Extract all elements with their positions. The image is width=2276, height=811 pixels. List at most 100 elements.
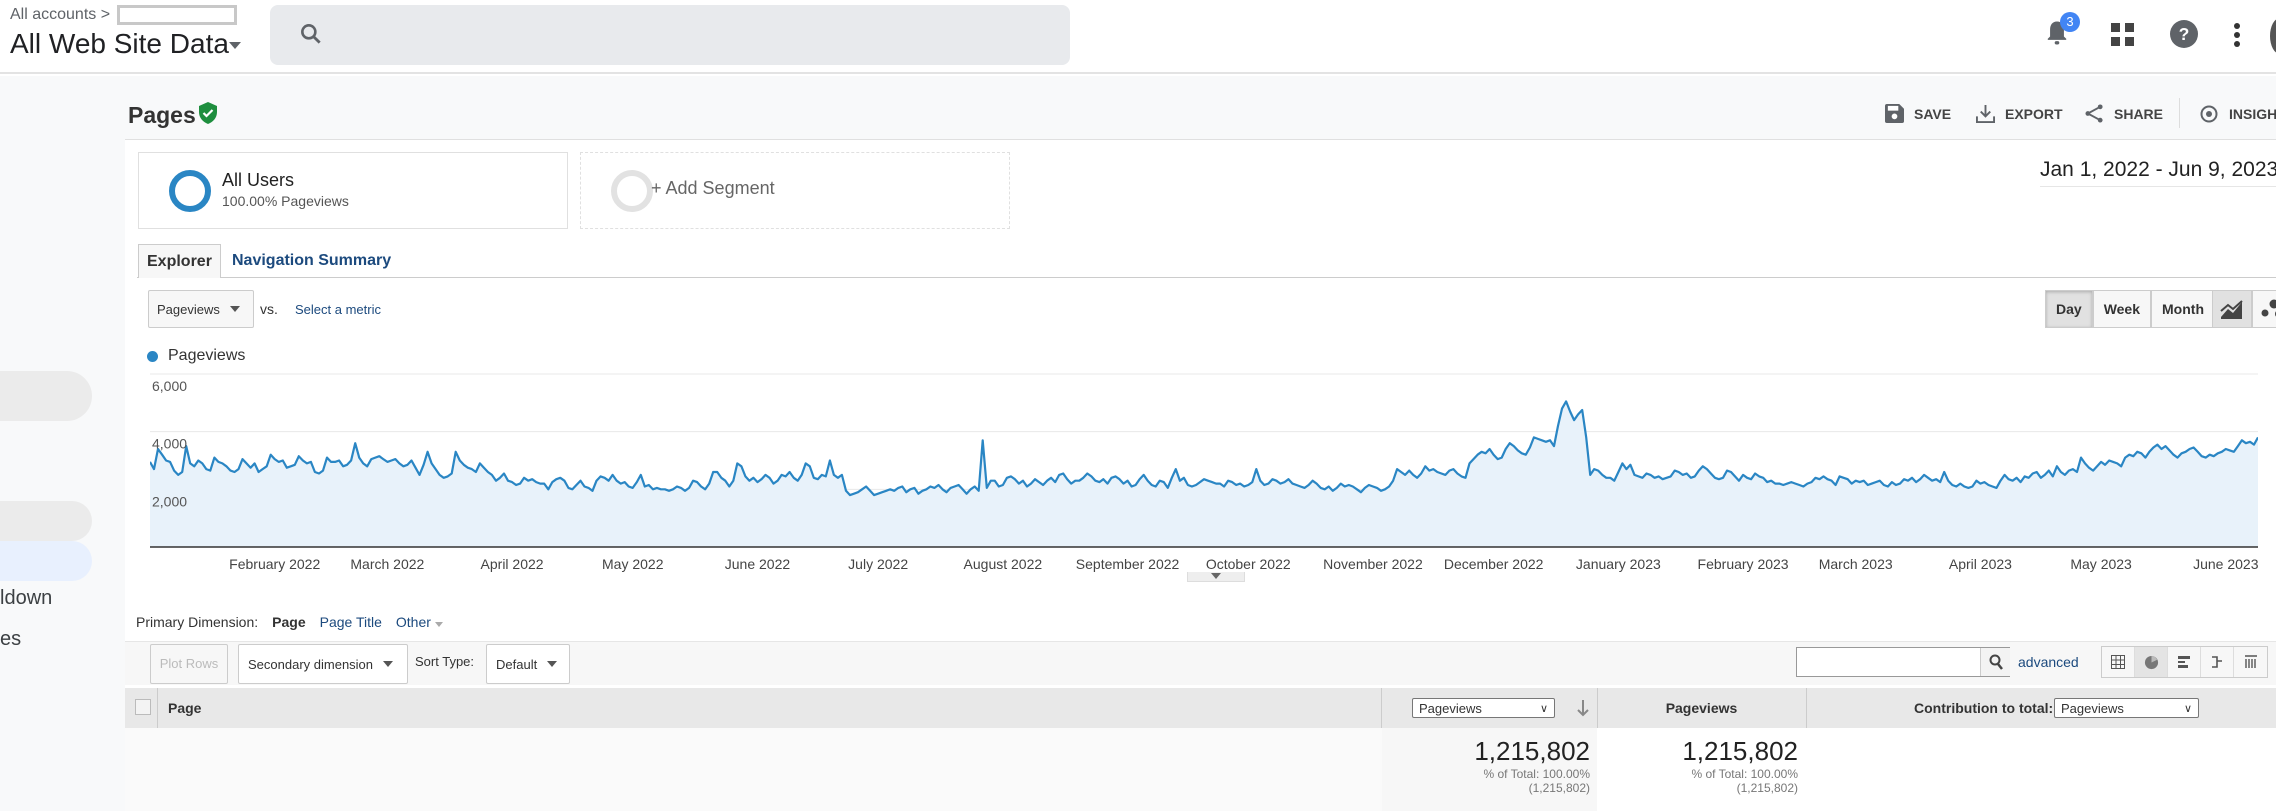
table-view-button[interactable] — [2102, 647, 2135, 677]
breadcrumb[interactable]: All accounts > — [10, 6, 110, 24]
total-pageviews: 1,215,802 — [1682, 736, 1798, 766]
secondary-dimension-select[interactable]: Secondary dimension — [238, 644, 408, 684]
select-metric-link[interactable]: Select a metric — [295, 302, 381, 317]
x-tick-label: November 2022 — [1323, 556, 1423, 572]
sidebar: ldown es — [0, 76, 125, 811]
primary-dimension: Primary Dimension: Page Page Title Other — [136, 614, 443, 630]
bar-view-button[interactable] — [2168, 647, 2201, 677]
period-day-button[interactable]: Day — [2045, 290, 2093, 328]
y-tick-label: 2,000 — [152, 493, 187, 509]
insights-label: INSIGHT — [2229, 106, 2276, 122]
x-tick-label: January 2023 — [1576, 556, 1661, 572]
save-button[interactable]: SAVE — [1885, 104, 1951, 123]
divider — [2179, 98, 2180, 128]
comparison-view-icon — [2212, 656, 2222, 668]
series-area — [150, 401, 2258, 547]
metric-label: Pageviews — [157, 301, 220, 317]
total-absolute: (1,215,802) — [1736, 781, 1798, 795]
column-header-page[interactable]: Page — [168, 700, 201, 716]
x-tick-label: March 2023 — [1819, 556, 1893, 572]
avatar[interactable] — [2270, 18, 2276, 54]
select-all-checkbox[interactable] — [135, 699, 151, 715]
notification-badge[interactable]: 3 — [2060, 12, 2080, 32]
dimension-other[interactable]: Other — [396, 614, 443, 630]
share-label: SHARE — [2114, 105, 2164, 122]
plot-rows-button[interactable]: Plot Rows — [150, 644, 228, 684]
chevron-down-icon: ∨ — [2183, 702, 2192, 715]
sidebar-item-drilldown[interactable]: ldown — [0, 587, 52, 610]
more-vert-icon[interactable] — [2233, 22, 2241, 48]
pageviews-chart: 6,000 4,000 2,000 February 2022 March 2022 Ap… — [150, 373, 2258, 572]
pie-view-icon — [2144, 655, 2158, 669]
caret-down-icon — [547, 661, 558, 667]
top-bar: All accounts > All Web Site Data 3 ? — [0, 0, 2276, 74]
table-toolbar: Plot Rows Secondary dimension Sort Type:… — [125, 641, 2276, 685]
page-title: Pages — [128, 102, 196, 128]
metric-select[interactable]: Pageviews — [148, 290, 254, 328]
share-icon — [2085, 104, 2103, 123]
tab-explorer[interactable]: Explorer — [138, 244, 221, 278]
sidebar-item-active[interactable] — [0, 541, 92, 581]
table-header: Page Pageviews ∨ Pageviews Contribution t… — [125, 688, 2276, 811]
sidebar-item[interactable] — [0, 371, 92, 421]
export-label: EXPORT — [2005, 105, 2063, 122]
primary-dimension-label: Primary Dimension: — [136, 614, 259, 630]
chevron-down-icon: ∨ — [1539, 702, 1548, 715]
collapse-chart-handle[interactable] — [1187, 572, 1245, 582]
sort-type-select[interactable]: Default — [486, 644, 570, 684]
x-tick-label: April 2023 — [1949, 556, 2012, 572]
check-shield-icon — [199, 102, 217, 124]
date-range-picker[interactable]: Jan 1, 2022 - Jun 9, 2023 — [2040, 158, 2276, 187]
motion-chart-button[interactable] — [2252, 290, 2276, 328]
column-metric-value: Pageviews — [1419, 700, 1482, 716]
export-button[interactable]: EXPORT — [1976, 104, 2063, 123]
period-week-button[interactable]: Week — [2092, 290, 2152, 328]
view-selector[interactable]: All Web Site Data — [10, 28, 229, 60]
table-view-icon — [2111, 655, 2125, 669]
breadcrumb-all-accounts[interactable]: All accounts — [10, 6, 96, 23]
search-input[interactable] — [270, 5, 1070, 65]
segment-name: All Users — [222, 170, 295, 190]
total-pageviews: 1,215,802 — [1474, 736, 1590, 766]
dimension-page-title[interactable]: Page Title — [320, 614, 382, 630]
x-tick-label: May 2023 — [2070, 556, 2132, 572]
empty-segment-ring-icon — [611, 170, 653, 212]
y-tick-label: 4,000 — [152, 436, 187, 452]
segment-all-users[interactable]: All Users 100.00% Pageviews — [138, 152, 568, 229]
line-chart-button[interactable] — [2212, 290, 2252, 328]
share-button[interactable]: SHARE — [2085, 104, 2163, 123]
table-search-input[interactable] — [1796, 647, 2010, 677]
svg-text:?: ? — [2179, 24, 2190, 44]
contribution-select[interactable]: Pageviews ∨ — [2054, 698, 2199, 718]
tabs-divider — [137, 277, 2276, 278]
segment-ring-icon — [169, 170, 211, 212]
tab-navigation-summary[interactable]: Navigation Summary — [224, 244, 399, 278]
insights-button[interactable]: INSIGHT — [2199, 104, 2276, 124]
redacted-account-name — [117, 5, 237, 25]
pie-view-button[interactable] — [2135, 647, 2168, 677]
dimension-page[interactable]: Page — [272, 614, 305, 630]
save-label: SAVE — [1914, 105, 1952, 122]
sidebar-item[interactable] — [0, 501, 92, 541]
column-metric-select[interactable]: Pageviews ∨ — [1412, 698, 1555, 718]
sort-descending-icon[interactable] — [1577, 699, 1589, 717]
add-segment-button[interactable]: + Add Segment — [580, 152, 1010, 229]
pivot-view-button[interactable] — [2234, 647, 2267, 677]
table-search-button[interactable] — [1980, 648, 2010, 676]
help-icon[interactable]: ? — [2170, 20, 2198, 48]
search-icon — [1989, 654, 2003, 670]
caret-down-icon — [229, 306, 240, 312]
chart-type-toggle — [2212, 290, 2276, 328]
caret-down-icon[interactable] — [229, 42, 241, 49]
x-tick-label: July 2022 — [848, 556, 908, 572]
column-header-pageviews[interactable]: Pageviews — [1597, 700, 1806, 716]
sidebar-item-pages[interactable]: es — [0, 628, 21, 651]
comparison-view-button[interactable] — [2201, 647, 2234, 677]
period-toggle: Day Week Month — [2045, 290, 2215, 328]
y-tick-label: 6,000 — [152, 378, 187, 394]
period-month-button[interactable]: Month — [2151, 290, 2215, 328]
apps-grid-icon[interactable] — [2111, 23, 2135, 47]
caret-down-icon — [1211, 573, 1221, 579]
total-absolute: (1,215,802) — [1528, 781, 1590, 795]
advanced-filter-link[interactable]: advanced — [2018, 654, 2079, 670]
